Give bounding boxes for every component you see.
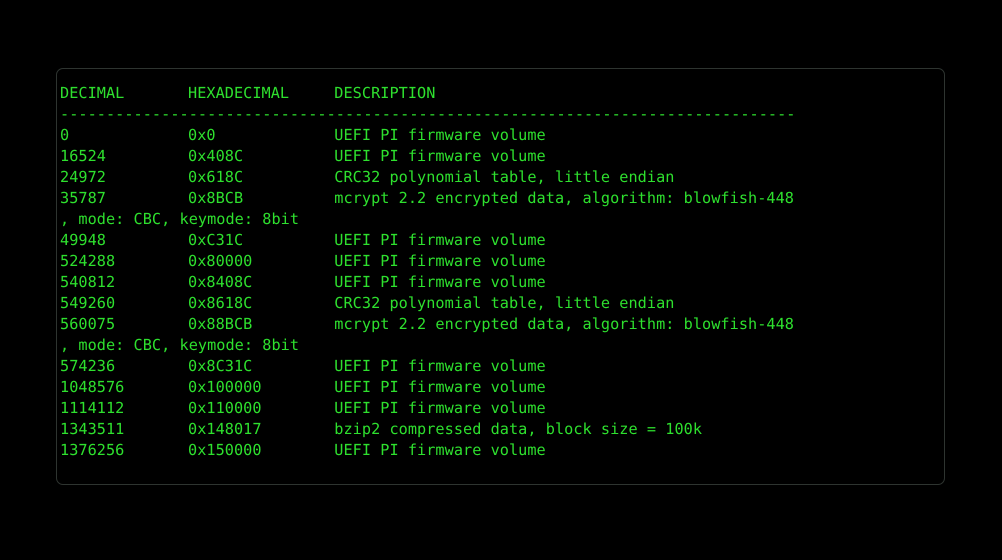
table-row: 35787 0x8BCB mcrypt 2.2 encrypted data, al… [60,188,796,209]
table-row: 24972 0x618C CRC32 polynomial table, littl… [60,167,796,188]
table-row: 1376256 0x150000 UEFI PI firmware volume [60,440,796,461]
cell-description: mcrypt 2.2 encrypted data, algorithm: bl… [334,189,794,207]
cell-hexadecimal: 0xC31C [188,231,244,249]
cell-hexadecimal: 0x8618C [188,294,253,312]
terminal-output: DECIMAL HEXADECIMAL DESCRIPTION -----------… [60,83,796,461]
cell-hexadecimal: 0x408C [188,147,244,165]
cell-hexadecimal: 0x148017 [188,420,262,438]
table-row: 574236 0x8C31C UEFI PI firmware volume [60,356,796,377]
cell-decimal: 560075 [60,315,116,333]
cell-decimal: 524288 [60,252,116,270]
column-header-decimal: DECIMAL [60,84,125,102]
header-separator: ----------------------------------------… [60,105,796,123]
cell-hexadecimal: 0x80000 [188,252,253,270]
table-row: 1114112 0x110000 UEFI PI firmware volume [60,398,796,419]
cell-decimal: 574236 [60,357,116,375]
terminal-panel[interactable]: DECIMAL HEXADECIMAL DESCRIPTION -----------… [56,68,945,485]
cell-description: UEFI PI firmware volume [334,147,546,165]
cell-decimal: 49948 [60,231,106,249]
cell-decimal: 1343511 [60,420,125,438]
cell-description: UEFI PI firmware volume [334,273,546,291]
cell-hexadecimal: 0x618C [188,168,244,186]
cell-description: UEFI PI firmware volume [334,441,546,459]
cell-description-continuation: , mode: CBC, keymode: 8bit [60,210,300,228]
cell-hexadecimal: 0x100000 [188,378,262,396]
cell-hexadecimal: 0x0 [188,126,216,144]
cell-decimal: 35787 [60,189,106,207]
cell-description: UEFI PI firmware volume [334,252,546,270]
table-row: 540812 0x8408C UEFI PI firmware volume [60,272,796,293]
cell-decimal: 1376256 [60,441,125,459]
table-header-row: DECIMAL HEXADECIMAL DESCRIPTION [60,83,796,104]
cell-hexadecimal: 0x110000 [188,399,262,417]
cell-hexadecimal: 0x8C31C [188,357,253,375]
cell-description: CRC32 polynomial table, little endian [334,168,675,186]
cell-decimal: 0 [60,126,70,144]
cell-hexadecimal: 0x8BCB [188,189,244,207]
table-row: 1048576 0x100000 UEFI PI firmware volume [60,377,796,398]
cell-hexadecimal: 0x150000 [188,441,262,459]
cell-description: UEFI PI firmware volume [334,378,546,396]
cell-description: bzip2 compressed data, block size = 100k [334,420,703,438]
cell-hexadecimal: 0x88BCB [188,315,253,333]
table-row: 49948 0xC31C UEFI PI firmware volume [60,230,796,251]
table-row: 1343511 0x148017 bzip2 compressed data, bl… [60,419,796,440]
cell-description: UEFI PI firmware volume [334,231,546,249]
column-header-description: DESCRIPTION [334,84,436,102]
table-row: 524288 0x80000 UEFI PI firmware volume [60,251,796,272]
cell-description-continuation: , mode: CBC, keymode: 8bit [60,336,300,354]
table-row: 0 0x0 UEFI PI firmware volume [60,125,796,146]
cell-description: UEFI PI firmware volume [334,399,546,417]
cell-decimal: 540812 [60,273,116,291]
table-row: 549260 0x8618C CRC32 polynomial table, lit… [60,293,796,314]
cell-description: mcrypt 2.2 encrypted data, algorithm: bl… [334,315,794,333]
cell-hexadecimal: 0x8408C [188,273,253,291]
cell-decimal: 549260 [60,294,116,312]
cell-description: CRC32 polynomial table, little endian [334,294,675,312]
table-row: 560075 0x88BCB mcrypt 2.2 encrypted data, … [60,314,796,335]
cell-description: UEFI PI firmware volume [334,357,546,375]
column-header-hexadecimal: HEXADECIMAL [188,84,290,102]
cell-decimal: 16524 [60,147,106,165]
cell-decimal: 24972 [60,168,106,186]
cell-description: UEFI PI firmware volume [334,126,546,144]
cell-decimal: 1048576 [60,378,125,396]
cell-decimal: 1114112 [60,399,125,417]
table-row: 16524 0x408C UEFI PI firmware volume [60,146,796,167]
